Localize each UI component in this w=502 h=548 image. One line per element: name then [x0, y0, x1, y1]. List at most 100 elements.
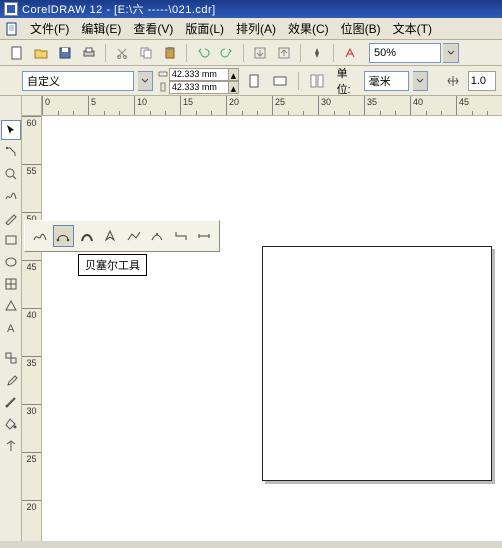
connector-flyout-tool[interactable] [170, 225, 192, 247]
curve-flyout-toolbar [24, 220, 220, 252]
standard-toolbar: 50% [0, 40, 502, 66]
ruler-horizontal[interactable]: 0 5 10 15 20 25 30 35 40 45 [42, 96, 502, 116]
tooltip: 贝塞尔工具 [78, 254, 147, 276]
width-icon [157, 68, 169, 80]
menu-text[interactable]: 文本(T) [387, 18, 438, 39]
property-bar: 自定义 42.333 mm ▴▾ 42.333 mm ▴▾ 单位: 毫米 1.0 [0, 66, 502, 96]
svg-text:A: A [7, 323, 15, 335]
ruler-vertical[interactable]: 60 55 50 45 40 35 30 25 20 [22, 116, 42, 541]
ruler-tick: 5 [88, 96, 134, 115]
zoom-tool[interactable] [1, 164, 21, 184]
ruler-tick: 30 [318, 96, 364, 115]
title-bar: CorelDRAW 12 - [E:\六 -----\021.cdr] [0, 0, 502, 18]
ruler-tick: 20 [226, 96, 272, 115]
toolbar-separator [105, 44, 106, 62]
zoom-dropdown-button[interactable] [443, 43, 459, 63]
nudge-input[interactable]: 1.0 [468, 71, 496, 91]
menu-layout[interactable]: 版面(L) [179, 18, 230, 39]
page-layout-button[interactable] [306, 69, 328, 93]
menu-effects[interactable]: 效果(C) [282, 18, 335, 39]
ruler-tick: 40 [22, 308, 41, 356]
ellipse-tool[interactable] [1, 252, 21, 272]
menu-bitmaps[interactable]: 位图(B) [335, 18, 387, 39]
ruler-tick: 45 [22, 260, 41, 308]
ruler-tick: 35 [22, 356, 41, 404]
toolbox: A [0, 96, 22, 541]
height-icon [157, 81, 169, 93]
canvas-region: 0 5 10 15 20 25 30 35 40 45 60 55 50 45 … [22, 96, 502, 541]
nudge-icon [442, 69, 464, 93]
ruler-tick: 15 [180, 96, 226, 115]
portrait-button[interactable] [243, 69, 265, 93]
app-launcher-button[interactable] [306, 42, 328, 64]
ruler-tick: 0 [42, 96, 88, 115]
page-preset-dropdown[interactable] [138, 71, 153, 91]
menu-arrange[interactable]: 排列(A) [230, 18, 282, 39]
polyline-flyout-tool[interactable] [123, 225, 145, 247]
page-dimensions: 42.333 mm ▴▾ 42.333 mm ▴▾ [157, 68, 239, 94]
graph-paper-tool[interactable] [1, 274, 21, 294]
height-spinner[interactable]: ▴▾ [229, 81, 239, 94]
window-title: CorelDRAW 12 - [E:\六 -----\021.cdr] [22, 1, 216, 17]
ruler-tick: 10 [134, 96, 180, 115]
paste-button[interactable] [159, 42, 181, 64]
width-spinner[interactable]: ▴▾ [229, 68, 239, 81]
ruler-tick: 30 [22, 404, 41, 452]
work-area: A 0 5 10 15 20 25 30 35 40 45 60 55 50 4… [0, 96, 502, 541]
undo-button[interactable] [192, 42, 214, 64]
zoom-level-input[interactable]: 50% [369, 43, 441, 63]
text-tool[interactable]: A [1, 318, 21, 338]
pick-tool[interactable] [1, 120, 21, 140]
import-button[interactable] [249, 42, 271, 64]
landscape-button[interactable] [269, 69, 291, 93]
ruler-tick: 55 [22, 164, 41, 212]
shape-tool[interactable] [1, 142, 21, 162]
menu-edit[interactable]: 编辑(E) [75, 18, 127, 39]
artistic-media-flyout-tool[interactable] [76, 225, 98, 247]
smart-drawing-tool[interactable] [1, 208, 21, 228]
unit-dropdown[interactable] [413, 71, 428, 91]
dimension-flyout-tool[interactable] [194, 225, 216, 247]
interactive-blend-tool[interactable] [1, 348, 21, 368]
propbar-separator [298, 72, 299, 90]
toolbar-separator [333, 44, 334, 62]
fill-tool[interactable] [1, 414, 21, 434]
menu-file[interactable]: 文件(F) [24, 18, 75, 39]
ruler-corner [22, 96, 42, 116]
page-width-input[interactable]: 42.333 mm [169, 68, 229, 81]
interactive-fill-tool[interactable] [1, 436, 21, 456]
drawing-page[interactable] [262, 246, 492, 481]
basic-shapes-tool[interactable] [1, 296, 21, 316]
rectangle-tool[interactable] [1, 230, 21, 250]
save-button[interactable] [54, 42, 76, 64]
cut-button[interactable] [111, 42, 133, 64]
page-height-input[interactable]: 42.333 mm [169, 81, 229, 94]
ruler-tick: 25 [272, 96, 318, 115]
export-button[interactable] [273, 42, 295, 64]
redo-button[interactable] [216, 42, 238, 64]
corel-online-button[interactable] [339, 42, 361, 64]
print-button[interactable] [78, 42, 100, 64]
three-point-curve-flyout-tool[interactable] [147, 225, 169, 247]
toolbar-separator [243, 44, 244, 62]
menu-view[interactable]: 查看(V) [127, 18, 179, 39]
open-button[interactable] [30, 42, 52, 64]
bezier-flyout-tool[interactable] [53, 225, 75, 247]
app-logo-icon [4, 2, 18, 16]
ruler-tick: 60 [22, 116, 41, 164]
pen-flyout-tool[interactable] [100, 225, 122, 247]
new-button[interactable] [6, 42, 28, 64]
eyedropper-tool[interactable] [1, 370, 21, 390]
toolbar-separator [186, 44, 187, 62]
page-preset-select[interactable]: 自定义 [22, 71, 134, 91]
ruler-tick: 45 [456, 96, 502, 115]
outline-tool[interactable] [1, 392, 21, 412]
freehand-flyout-tool[interactable] [29, 225, 51, 247]
freehand-tool[interactable] [1, 186, 21, 206]
toolbar-separator [300, 44, 301, 62]
drawing-viewport[interactable] [42, 116, 502, 541]
ruler-tick: 40 [410, 96, 456, 115]
unit-select[interactable]: 毫米 [364, 71, 409, 91]
copy-button[interactable] [135, 42, 157, 64]
ruler-tick: 35 [364, 96, 410, 115]
